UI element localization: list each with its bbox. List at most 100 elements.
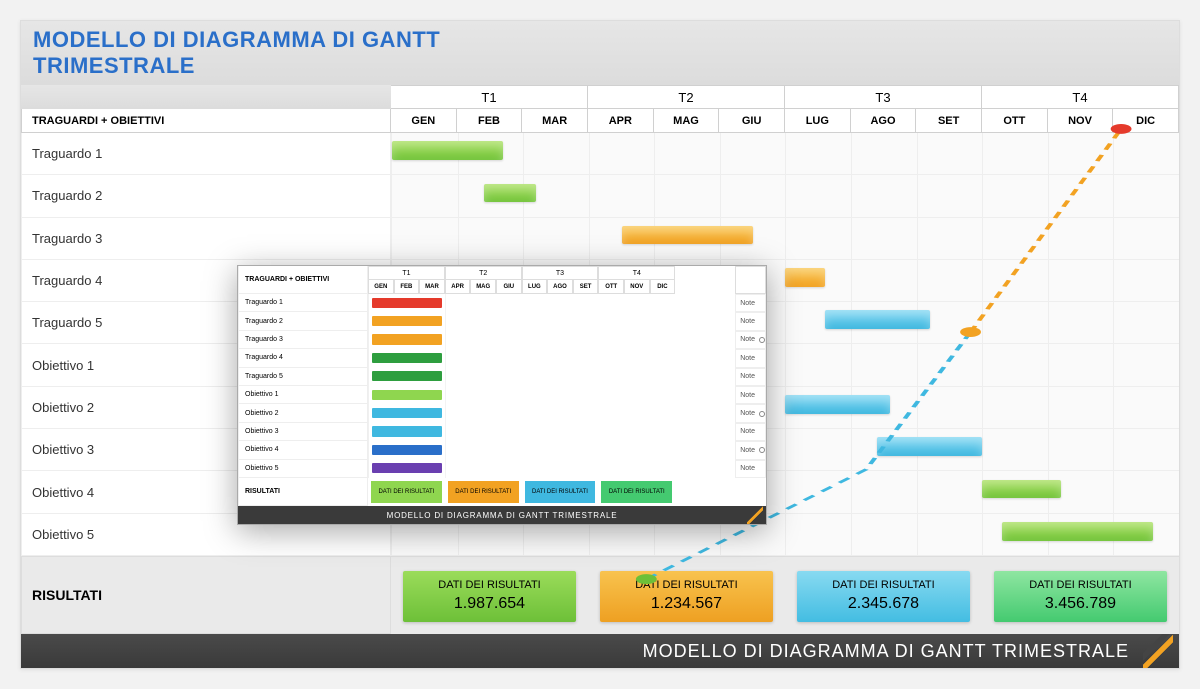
preview-bar: [372, 445, 442, 455]
gantt-bar[interactable]: [785, 268, 824, 287]
preview-note-cell: Note: [735, 423, 766, 441]
preview-bar: [372, 390, 442, 400]
result-value: 1.987.654: [454, 593, 525, 615]
quarter-header: T1: [391, 85, 588, 109]
result-box[interactable]: DATI DEI RISULTATI1.987.654: [403, 571, 576, 622]
result-value: 1.234.567: [651, 593, 722, 615]
quarter-header: T2: [588, 85, 785, 109]
preview-bar: [372, 334, 442, 344]
preview-month-header: APR: [445, 280, 471, 294]
month-header: AGO: [851, 109, 917, 133]
gantt-bar[interactable]: [622, 226, 753, 245]
result-label: DATI DEI RISULTATI: [438, 578, 540, 593]
gantt-bar[interactable]: [785, 395, 890, 414]
preview-row-label: Obiettivo 3: [238, 423, 368, 441]
radio-icon: [759, 411, 765, 417]
preview-month-header: LUG: [522, 280, 548, 294]
preview-result-box: DATI DEI RISULTATI: [601, 481, 672, 503]
title-line-1: MODELLO DI DIAGRAMMA DI GANTT: [33, 27, 440, 52]
preview-month-header: MAG: [470, 280, 496, 294]
month-header: MAR: [522, 109, 588, 133]
preview-note-cell: Note: [735, 441, 766, 459]
preview-row-label: Obiettivo 2: [238, 404, 368, 422]
preview-row-label: Traguardo 4: [238, 349, 368, 367]
gantt-bar[interactable]: [392, 141, 503, 160]
month-header: SET: [916, 109, 982, 133]
month-header: OTT: [982, 109, 1048, 133]
preview-note-cell: Note: [735, 368, 766, 386]
results-label: RISULTATI: [21, 556, 391, 634]
preview-bar: [372, 316, 442, 326]
gantt-bar[interactable]: [484, 184, 536, 203]
task-row-label: Traguardo 3: [21, 218, 391, 260]
preview-row-label: Traguardo 1: [238, 294, 368, 312]
preview-note-cell: Note: [735, 294, 766, 312]
preview-inset-panel: TRAGUARDI + OBIETTIVIT1T2T3T4GENFEBMARAP…: [237, 265, 767, 525]
row-header: TRAGUARDI + OBIETTIVI: [21, 109, 391, 133]
result-box[interactable]: DATI DEI RISULTATI3.456.789: [994, 571, 1167, 622]
preview-result-box: DATI DEI RISULTATI: [448, 481, 519, 503]
footer-text: MODELLO DI DIAGRAMMA DI GANTT TRIMESTRAL…: [643, 641, 1129, 662]
preview-bar: [372, 426, 442, 436]
preview-note-cell: Note: [735, 404, 766, 422]
preview-note-cell: Note: [735, 331, 766, 349]
month-header: NOV: [1048, 109, 1114, 133]
preview-row-label: Obiettivo 5: [238, 460, 368, 478]
result-value: 2.345.678: [848, 593, 919, 615]
preview-row-header: TRAGUARDI + OBIETTIVI: [238, 266, 368, 294]
gantt-bar[interactable]: [982, 480, 1061, 499]
month-header: GIU: [719, 109, 785, 133]
preview-month-header: OTT: [598, 280, 624, 294]
task-row-label: Traguardo 2: [21, 175, 391, 217]
preview-note-cell: Note: [735, 312, 766, 330]
quarter-header: T4: [982, 85, 1179, 109]
title-line-2: TRIMESTRALE: [33, 53, 195, 78]
preview-bar: [372, 353, 442, 363]
gantt-bar[interactable]: [825, 310, 930, 329]
preview-result-box: DATI DEI RISULTATI: [371, 481, 442, 503]
preview-bar: [372, 463, 442, 473]
month-header: LUG: [785, 109, 851, 133]
result-box[interactable]: DATI DEI RISULTATI2.345.678: [797, 571, 970, 622]
result-value: 3.456.789: [1045, 593, 1116, 615]
title-bar: MODELLO DI DIAGRAMMA DI GANTT TRIMESTRAL…: [21, 21, 1179, 85]
result-label: DATI DEI RISULTATI: [1029, 578, 1131, 593]
preview-month-header: SET: [573, 280, 599, 294]
quarter-header: T3: [785, 85, 982, 109]
preview-row-label: Traguardo 5: [238, 368, 368, 386]
month-header: MAG: [654, 109, 720, 133]
month-header: FEB: [457, 109, 523, 133]
preview-note-cell: Note: [735, 460, 766, 478]
preview-row-label: Traguardo 2: [238, 312, 368, 330]
preview-month-header: AGO: [547, 280, 573, 294]
preview-month-header: DIC: [650, 280, 676, 294]
page-title: MODELLO DI DIAGRAMMA DI GANTT TRIMESTRAL…: [33, 27, 1167, 79]
radio-icon: [759, 447, 765, 453]
preview-results-label: RISULTATI: [238, 478, 368, 506]
preview-bar: [372, 298, 442, 308]
preview-result-box: DATI DEI RISULTATI: [525, 481, 596, 503]
gantt-bar[interactable]: [1002, 522, 1153, 541]
preview-bar: [372, 371, 442, 381]
preview-bar: [372, 408, 442, 418]
preview-footer: MODELLO DI DIAGRAMMA DI GANTT TRIMESTRAL…: [238, 506, 766, 524]
month-header: APR: [588, 109, 654, 133]
preview-month-header: MAR: [419, 280, 445, 294]
gantt-bar[interactable]: [877, 437, 982, 456]
result-box[interactable]: DATI DEI RISULTATI1.234.567: [600, 571, 773, 622]
preview-month-header: NOV: [624, 280, 650, 294]
preview-quarter-header: T2: [445, 266, 522, 280]
footer-bar: MODELLO DI DIAGRAMMA DI GANTT TRIMESTRAL…: [21, 634, 1179, 668]
preview-row-label: Obiettivo 1: [238, 386, 368, 404]
gantt-template-panel: MODELLO DI DIAGRAMMA DI GANTT TRIMESTRAL…: [20, 20, 1180, 669]
task-row-label: Traguardo 1: [21, 133, 391, 175]
radio-icon: [759, 337, 765, 343]
preview-month-header: GEN: [368, 280, 394, 294]
preview-row-label: Obiettivo 4: [238, 441, 368, 459]
result-label: DATI DEI RISULTATI: [832, 578, 934, 593]
result-label: DATI DEI RISULTATI: [635, 578, 737, 593]
preview-quarter-header: T1: [368, 266, 445, 280]
month-header: DIC: [1113, 109, 1179, 133]
preview-month-header: GIU: [496, 280, 522, 294]
preview-month-header: FEB: [394, 280, 420, 294]
